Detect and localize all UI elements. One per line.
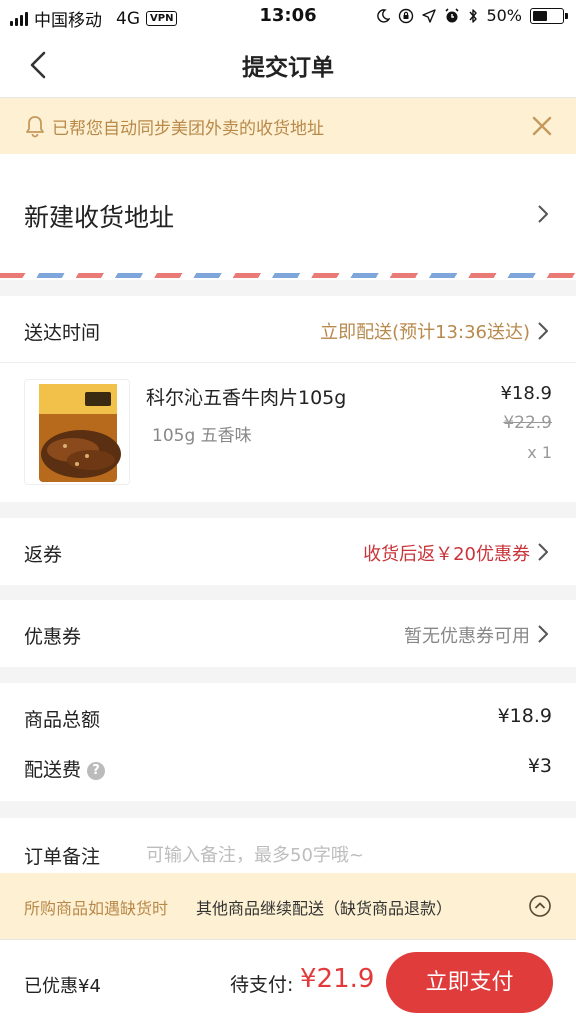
delivery-time-row[interactable]: 送达时间 立即配送(预计13:36送达) [0, 296, 576, 363]
delivery-fee-value: ¥3 [527, 755, 552, 777]
page-title: 提交订单 [242, 55, 334, 81]
order-remark-row: 订单备注 [0, 818, 576, 878]
envelope-stripe [0, 270, 576, 280]
product-original-price: ¥22.9 [503, 413, 552, 433]
goods-total-value: ¥18.9 [497, 705, 552, 727]
stock-option: 其他商品继续配送（缺货商品退款） [196, 899, 453, 918]
pay-now-button[interactable]: 立即支付 [386, 952, 553, 1013]
discount-label: 已优惠¥4 [24, 976, 101, 997]
rebate-label: 返券 [24, 544, 63, 566]
bluetooth-icon [469, 8, 478, 23]
delivery-time-value: 立即配送(预计13:36送达) [320, 322, 530, 343]
goods-total-label: 商品总额 [24, 709, 101, 731]
status-bar-right: 50% [376, 6, 568, 25]
stock-option-bar[interactable]: 所购商品如遇缺货时 其他商品继续配送（缺货商品退款） [0, 873, 576, 939]
address-sync-notice: 已帮您自动同步美团外卖的收货地址 [0, 98, 576, 154]
goods-item[interactable]: 科尔沁五香牛肉片105g 105g 五香味 ¥18.9 ¥22.9 x 1 [0, 363, 576, 502]
bell-icon [26, 116, 44, 138]
total-amount: ¥21.9 [300, 964, 375, 994]
chevron-up-circle-icon[interactable] [528, 894, 552, 918]
alarm-icon [445, 7, 460, 22]
to-pay-label: 待支付: [230, 974, 294, 996]
delivery-time-label: 送达时间 [24, 322, 101, 344]
close-icon[interactable] [530, 114, 554, 138]
chevron-right-icon [538, 322, 548, 340]
rebate-row[interactable]: 返券 收货后返￥20优惠券 [0, 518, 576, 585]
price-summary: 商品总额 ¥18.9 配送费? ¥3 [0, 683, 576, 801]
moon-icon [377, 8, 391, 23]
rebate-value: 收货后返￥20优惠券 [363, 544, 530, 565]
delivery-fee-label: 配送费 [24, 759, 82, 781]
battery-percent: 50% [486, 6, 522, 25]
delivery-fee-row: 配送费? [24, 755, 106, 782]
product-name: 科尔沁五香牛肉片105g [146, 387, 347, 409]
new-address-row[interactable]: 新建收货地址 [0, 154, 576, 270]
notice-text: 已帮您自动同步美团外卖的收货地址 [52, 119, 324, 139]
nav-bar: 提交订单 [0, 32, 576, 98]
stock-condition: 所购商品如遇缺货时 [24, 899, 169, 918]
battery-icon [530, 7, 568, 24]
product-quantity: x 1 [527, 443, 552, 462]
product-image [24, 379, 130, 485]
remark-label: 订单备注 [24, 846, 101, 868]
status-bar: 中国移动 4G VPN 13:06 50% [0, 0, 576, 32]
checkout-footer: 已优惠¥4 待支付: ¥21.9 立即支付 [0, 939, 576, 1024]
chevron-right-icon [538, 205, 548, 223]
help-icon[interactable]: ? [87, 761, 106, 780]
coupon-value: 暂无优惠券可用 [404, 626, 530, 647]
lock-rotation-icon [399, 8, 414, 23]
coupon-label: 优惠券 [24, 626, 82, 648]
remark-input[interactable] [146, 840, 546, 870]
location-icon [422, 8, 437, 23]
product-price: ¥18.9 [500, 383, 552, 404]
order-card: 送达时间 立即配送(预计13:36送达) 科尔沁五香牛肉片105g 105g 五… [0, 296, 576, 502]
product-spec: 105g 五香味 [152, 426, 252, 446]
coupon-row[interactable]: 优惠券 暂无优惠券可用 [0, 600, 576, 667]
chevron-right-icon [538, 543, 548, 561]
chevron-right-icon [538, 625, 548, 643]
new-address-label: 新建收货地址 [24, 203, 175, 232]
